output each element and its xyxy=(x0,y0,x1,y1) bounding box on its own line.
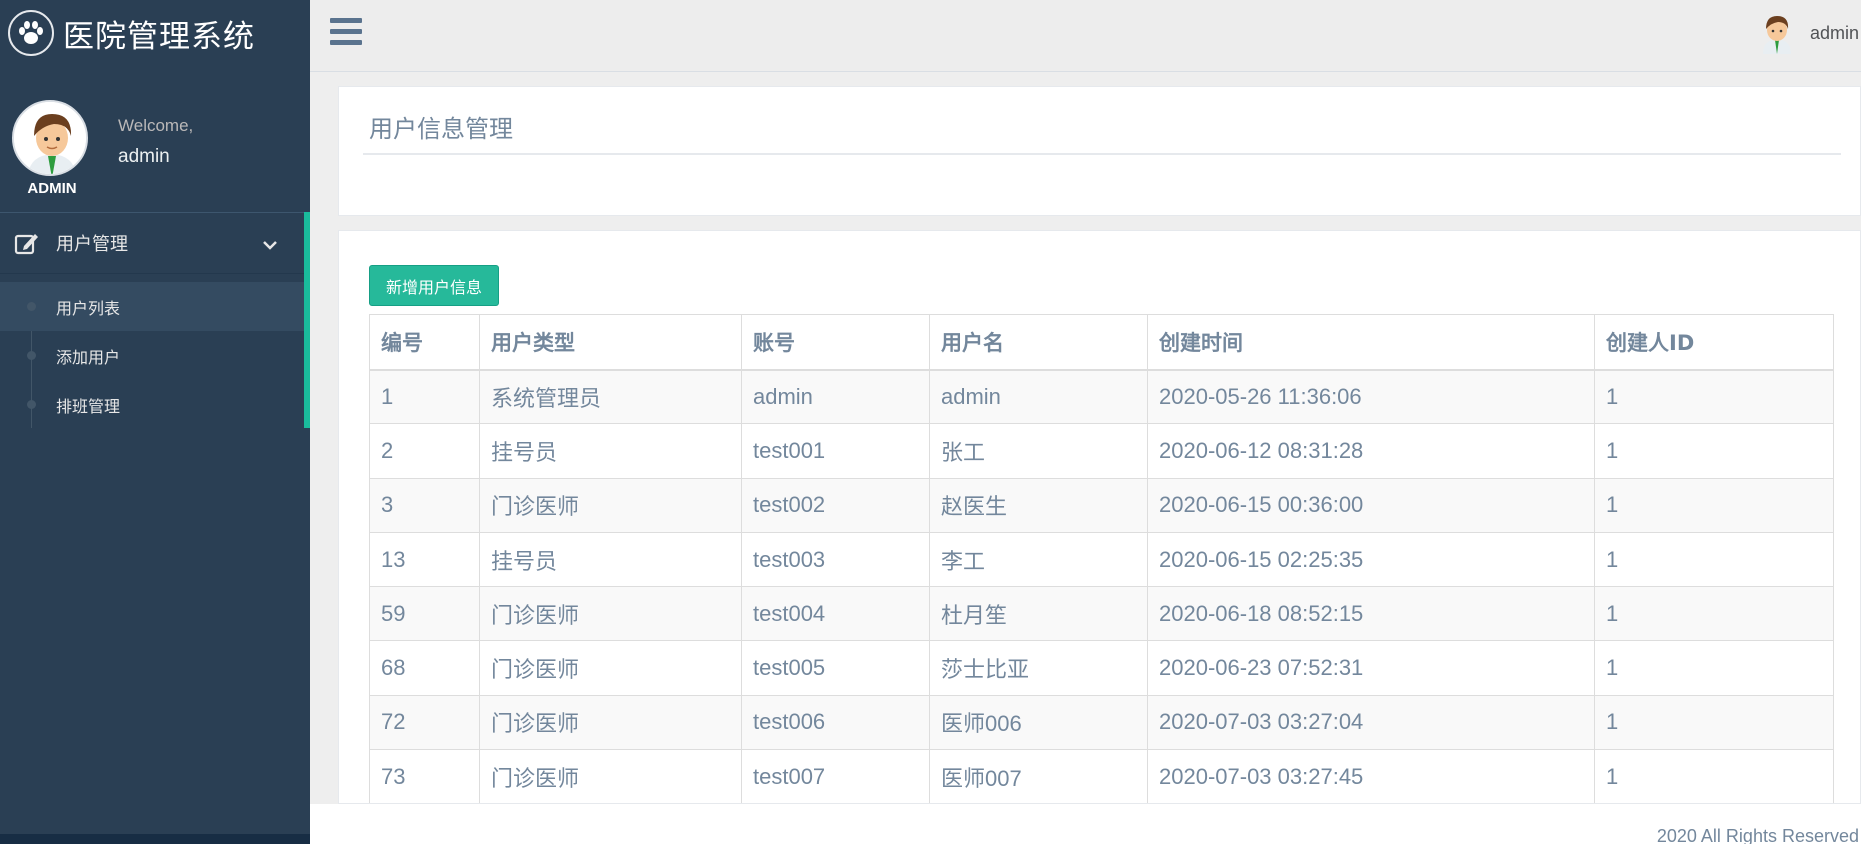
cell-username: 莎士比亚 xyxy=(929,640,1148,696)
cell-creator-id: 1 xyxy=(1594,640,1834,696)
sidebar-item-label: 用户列表 xyxy=(56,298,121,318)
welcome-text: Welcome, xyxy=(118,116,194,135)
cell-id: 73 xyxy=(369,749,480,803)
user-menu[interactable]: admin xyxy=(1758,12,1861,54)
cell-created-at: 2020-06-15 00:36:00 xyxy=(1147,477,1595,533)
menu-section-label: 用户管理 xyxy=(56,234,128,255)
edit-icon xyxy=(14,231,40,255)
column-header[interactable]: 账号 xyxy=(741,314,930,371)
column-header[interactable]: 创建时间 xyxy=(1147,314,1595,371)
table-row[interactable]: 2 挂号员 test001 张工 2020-06-12 08:31:28 1 xyxy=(369,423,1834,479)
table-row[interactable]: 72 门诊医师 test006 医师006 2020-07-03 03:27:0… xyxy=(369,694,1834,751)
column-header[interactable]: 创建人ID xyxy=(1594,314,1834,371)
cell-user-type: 挂号员 xyxy=(479,423,742,479)
cell-account: test001 xyxy=(741,423,930,479)
cell-user-type: 挂号员 xyxy=(479,531,742,588)
footer-text: 2020 All Rights Reserved xyxy=(1656,826,1859,844)
cell-username: 杜月笙 xyxy=(929,586,1148,642)
cell-creator-id: 1 xyxy=(1594,531,1834,588)
cell-id: 13 xyxy=(369,531,480,588)
cell-username: 赵医生 xyxy=(929,477,1148,533)
table-row[interactable]: 68 门诊医师 test005 莎士比亚 2020-06-23 07:52:31… xyxy=(369,640,1834,696)
submenu: 用户列表 添加用户 排班管理 xyxy=(0,282,304,429)
table-row[interactable]: 59 门诊医师 test004 杜月笙 2020-06-18 08:52:15 … xyxy=(369,586,1834,642)
cell-creator-id: 1 xyxy=(1594,477,1834,533)
cell-creator-id: 1 xyxy=(1594,749,1834,803)
table-row[interactable]: 13 挂号员 test003 李工 2020-06-15 02:25:35 1 xyxy=(369,531,1834,588)
cell-username: 医师007 xyxy=(929,749,1148,803)
cell-user-type: 门诊医师 xyxy=(479,694,742,751)
table-row[interactable]: 1 系统管理员 admin admin 2020-05-26 11:36:06 … xyxy=(369,368,1834,425)
cell-created-at: 2020-06-18 08:52:15 xyxy=(1147,586,1595,642)
cell-creator-id: 1 xyxy=(1594,586,1834,642)
sidebar-footer xyxy=(0,834,310,844)
sidebar-item-user-list[interactable]: 用户列表 xyxy=(0,282,304,331)
divider xyxy=(363,153,1841,155)
sidebar-item-label: 排班管理 xyxy=(56,396,121,416)
cell-created-at: 2020-06-23 07:52:31 xyxy=(1147,640,1595,696)
paw-icon xyxy=(8,10,54,56)
top-username: admin xyxy=(1809,22,1859,43)
cell-account: test003 xyxy=(741,531,930,588)
bullet-icon xyxy=(27,400,36,409)
cell-creator-id: 1 xyxy=(1594,423,1834,479)
profile-name: admin xyxy=(118,146,170,167)
avatar xyxy=(1758,12,1796,54)
cell-account: test005 xyxy=(741,640,930,696)
profile-avatar xyxy=(12,100,88,176)
cell-created-at: 2020-07-03 03:27:04 xyxy=(1147,694,1595,751)
column-header[interactable]: 编号 xyxy=(369,314,480,371)
bullet-icon xyxy=(27,302,36,311)
cell-id: 2 xyxy=(369,423,480,479)
sidebar-item-schedule[interactable]: 排班管理 xyxy=(0,380,304,429)
cell-id: 72 xyxy=(369,694,480,751)
cell-id: 59 xyxy=(369,586,480,642)
role-badge: ADMIN xyxy=(27,180,77,197)
top-navbar: admin xyxy=(310,0,1861,72)
cell-created-at: 2020-06-12 08:31:28 xyxy=(1147,423,1595,479)
bullet-icon xyxy=(27,351,36,360)
table-row[interactable]: 73 门诊医师 test007 医师007 2020-07-03 03:27:4… xyxy=(369,749,1834,803)
cell-username: 张工 xyxy=(929,423,1148,479)
cell-created-at: 2020-07-03 03:27:45 xyxy=(1147,749,1595,803)
cell-user-type: 门诊医师 xyxy=(479,586,742,642)
cell-user-type: 门诊医师 xyxy=(479,640,742,696)
cell-account: admin xyxy=(741,368,930,425)
menu-toggle-icon[interactable] xyxy=(330,18,362,46)
column-header[interactable]: 用户名 xyxy=(929,314,1148,371)
cell-account: test006 xyxy=(741,694,930,751)
cell-user-type: 门诊医师 xyxy=(479,749,742,803)
cell-id: 3 xyxy=(369,477,480,533)
cell-account: test007 xyxy=(741,749,930,803)
user-table: 编号 用户类型 账号 用户名 创建时间 创建人ID 1 系统管理员 admin … xyxy=(369,314,1834,803)
cell-created-at: 2020-05-26 11:36:06 xyxy=(1147,368,1595,425)
app-title: 医院管理系统 xyxy=(63,18,255,55)
sidebar-item-label: 添加用户 xyxy=(56,347,121,367)
cell-account: test002 xyxy=(741,477,930,533)
page-title: 用户信息管理 xyxy=(369,115,513,143)
add-user-button[interactable]: 新增用户信息 xyxy=(369,265,499,306)
table-header-row: 编号 用户类型 账号 用户名 创建时间 创建人ID xyxy=(369,314,1834,371)
cell-id: 1 xyxy=(369,368,480,425)
cell-creator-id: 1 xyxy=(1594,368,1834,425)
column-header[interactable]: 用户类型 xyxy=(479,314,742,371)
cell-username: 李工 xyxy=(929,531,1148,588)
cell-username: admin xyxy=(929,368,1148,425)
cell-creator-id: 1 xyxy=(1594,694,1834,751)
brand[interactable]: 医院管理系统 xyxy=(0,0,310,66)
page-header-panel: 用户信息管理 xyxy=(338,86,1861,216)
footer: 2020 All Rights Reserved xyxy=(310,804,1861,844)
sidebar-item-add-user[interactable]: 添加用户 xyxy=(0,331,304,380)
cell-created-at: 2020-06-15 02:25:35 xyxy=(1147,531,1595,588)
chevron-down-icon xyxy=(262,235,278,256)
user-table-panel: 新增用户信息 编号 用户类型 账号 用户名 创建时间 创建人ID 1 系统管理员… xyxy=(338,230,1861,804)
active-menu-indicator xyxy=(304,212,310,428)
menu-section-user-management[interactable]: 用户管理 xyxy=(0,212,304,274)
table-row[interactable]: 3 门诊医师 test002 赵医生 2020-06-15 00:36:00 1 xyxy=(369,477,1834,533)
cell-username: 医师006 xyxy=(929,694,1148,751)
cell-account: test004 xyxy=(741,586,930,642)
cell-user-type: 门诊医师 xyxy=(479,477,742,533)
cell-id: 68 xyxy=(369,640,480,696)
cell-user-type: 系统管理员 xyxy=(479,368,742,425)
